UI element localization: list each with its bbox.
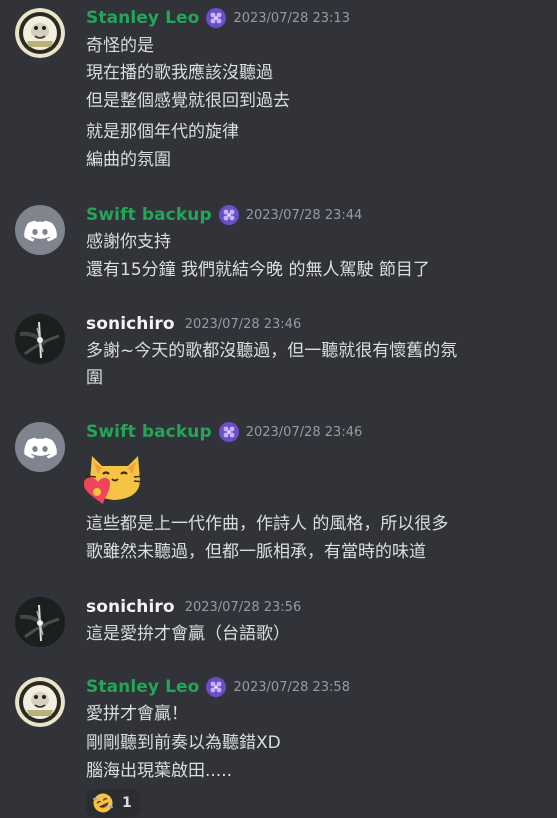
timestamp[interactable]: 2023/07/28 23:58 — [233, 680, 350, 695]
message-text-line: 歌雖然未聽過，但都一脈相承，有當時的味道 — [86, 542, 426, 562]
timestamp[interactable]: 2023/07/28 23:46 — [185, 317, 302, 332]
avatar[interactable] — [15, 8, 65, 58]
message-text-line: 就是那個年代的旋律 — [86, 122, 239, 142]
message-text-line: 多謝~今天的歌都沒聽過，但一聽就很有懷舊的氛 — [86, 341, 458, 361]
rolling-on-floor-laughing-icon — [93, 793, 113, 813]
message-text-line: 但是整個感覺就很回到過去 — [86, 91, 290, 111]
nitro-badge-icon[interactable] — [205, 7, 227, 29]
message-text-line: 奇怪的是 — [86, 36, 154, 56]
sonichiro-avatar-icon — [15, 597, 65, 647]
avatar[interactable] — [15, 422, 65, 472]
reaction-button[interactable]: 1 — [86, 789, 140, 817]
message-header: Stanley Leo 2023/07/28 23:58 — [86, 676, 350, 698]
stanley-avatar-icon — [15, 677, 65, 727]
discord-logo-icon — [24, 220, 57, 242]
message-text-line: 這是愛拚才會贏（台語歌） — [86, 624, 290, 644]
username[interactable]: Stanley Leo — [86, 8, 199, 28]
timestamp[interactable]: 2023/07/28 23:46 — [246, 425, 363, 440]
sonichiro-avatar-icon — [15, 314, 65, 364]
message-text-line: 圍 — [86, 368, 103, 388]
nitro-badge-icon[interactable] — [218, 421, 240, 443]
reaction-count: 1 — [122, 795, 132, 811]
stanley-avatar-icon — [15, 8, 65, 58]
message-header: sonichiro 2023/07/28 23:56 — [86, 596, 301, 618]
message-text-line: 腦海出現葉啟田..... — [86, 761, 233, 781]
message-text-line: 現在播的歌我應該沒聽過 — [86, 63, 273, 83]
message-text-line: 愛拼才會贏！ — [86, 704, 188, 724]
avatar[interactable] — [15, 677, 65, 727]
username[interactable]: sonichiro — [86, 314, 175, 334]
message-header: Swift backup 2023/07/28 23:46 — [86, 421, 362, 443]
username[interactable]: sonichiro — [86, 597, 175, 617]
username[interactable]: Stanley Leo — [86, 677, 199, 697]
nitro-badge-icon[interactable] — [205, 676, 227, 698]
message-header: Stanley Leo 2023/07/28 23:13 — [86, 7, 350, 29]
timestamp[interactable]: 2023/07/28 23:13 — [233, 11, 350, 26]
avatar[interactable] — [15, 314, 65, 364]
discord-logo-icon — [24, 437, 57, 459]
avatar[interactable] — [15, 597, 65, 647]
message-text-line: 剛剛聽到前奏以為聽錯XD — [86, 733, 281, 753]
avatar[interactable] — [15, 205, 65, 255]
username[interactable]: Swift backup — [86, 205, 212, 225]
message-text-line: 感謝你支持 — [86, 232, 171, 252]
timestamp[interactable]: 2023/07/28 23:44 — [246, 208, 363, 223]
cat-heart-sticker-icon[interactable] — [84, 446, 146, 504]
message-header: Swift backup 2023/07/28 23:44 — [86, 204, 362, 226]
message-text-line: 還有15分鐘 我們就結今晚 的無人駕駛 節目了 — [86, 260, 430, 280]
nitro-badge-icon[interactable] — [218, 204, 240, 226]
timestamp[interactable]: 2023/07/28 23:56 — [185, 600, 302, 615]
username[interactable]: Swift backup — [86, 422, 212, 442]
message-text-line: 編曲的氛圍 — [86, 150, 171, 170]
message-text-line: 這些都是上一代作曲，作詩人 的風格，所以很多 — [86, 514, 449, 534]
message-header: sonichiro 2023/07/28 23:46 — [86, 313, 301, 335]
